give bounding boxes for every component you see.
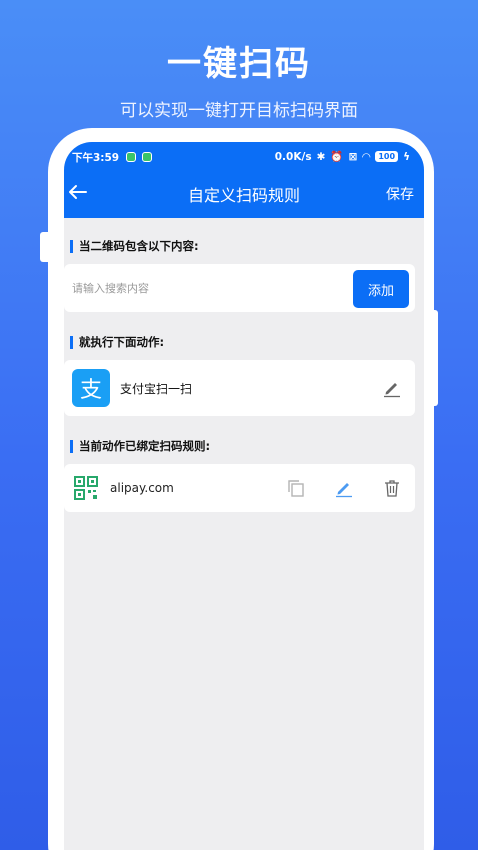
rule-domain: alipay.com (110, 481, 174, 495)
alipay-icon: 支 (72, 369, 110, 407)
save-button[interactable]: 保存 (386, 184, 414, 204)
qr-code-icon (74, 476, 98, 500)
edit-rule-icon[interactable] (334, 478, 354, 498)
page-title: 自定义扫码规则 (187, 186, 300, 205)
copy-icon[interactable] (286, 478, 306, 498)
wifi-icon: ◠ (362, 150, 371, 163)
bound-rules-section-label: 当前动作已绑定扫码规则: (70, 440, 210, 453)
status-bar: 下午3:59 0.0K/s ✱ ⏰ ⊠ ◠ 100 ϟ (64, 150, 424, 166)
match-section-label: 当二维码包含以下内容: (70, 240, 199, 253)
action-section-label: 就执行下面动作: (70, 336, 164, 349)
search-card: 添加 (64, 264, 415, 312)
search-input[interactable] (72, 278, 342, 298)
charging-icon: ϟ (403, 150, 410, 163)
app-header: 下午3:59 0.0K/s ✱ ⏰ ⊠ ◠ 100 ϟ 自定义扫码规则 保存 (64, 142, 424, 218)
promo-title: 一键扫码 (167, 44, 311, 84)
action-card[interactable]: 支 支付宝扫一扫 (64, 360, 415, 416)
network-speed: 0.0K/s (274, 150, 312, 163)
alarm-icon: ⏰ (330, 151, 344, 163)
battery-icon: 100 (375, 151, 399, 162)
edit-action-icon[interactable] (382, 378, 402, 398)
action-name: 支付宝扫一扫 (120, 382, 193, 396)
notification-icon (142, 152, 152, 162)
notification-icon (126, 152, 136, 162)
status-time: 下午3:59 (72, 152, 120, 164)
delete-icon[interactable] (382, 478, 402, 498)
bluetooth-icon: ✱ (316, 150, 326, 163)
sim-icon: ⊠ (348, 150, 358, 163)
phone-side-button (40, 232, 52, 262)
phone-screen: 下午3:59 0.0K/s ✱ ⏰ ⊠ ◠ 100 ϟ 自定义扫码规则 保存 当… (64, 142, 424, 850)
status-indicators: 0.0K/s ✱ ⏰ ⊠ ◠ 100 ϟ (274, 150, 410, 164)
promo-subtitle: 可以实现一键打开目标扫码界面 (120, 101, 358, 121)
phone-volume-button (426, 310, 438, 406)
add-button[interactable]: 添加 (353, 270, 409, 308)
rule-row: alipay.com (64, 464, 415, 512)
